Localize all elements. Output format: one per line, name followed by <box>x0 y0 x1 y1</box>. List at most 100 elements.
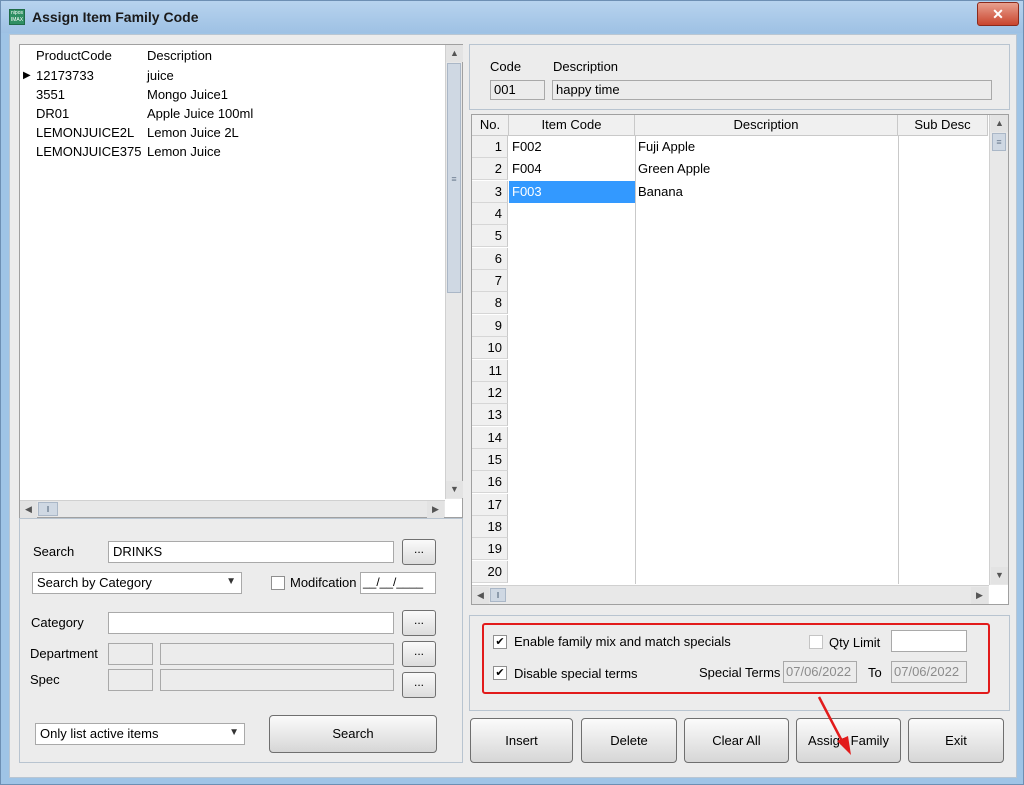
row-number-cell[interactable]: 18 <box>472 515 508 538</box>
special-terms-to-input[interactable]: 07/06/2022 <box>891 661 967 683</box>
table-row[interactable]: 8 <box>472 292 987 315</box>
table-row[interactable]: 10 <box>472 337 987 360</box>
department-browse-button[interactable]: ... <box>402 641 436 667</box>
category-browse-button[interactable]: ... <box>402 610 436 636</box>
item-description-cell[interactable] <box>638 315 900 337</box>
product-description-cell[interactable]: Lemon Juice <box>147 144 221 159</box>
row-number-cell[interactable]: 15 <box>472 448 508 471</box>
table-row[interactable]: 11 <box>472 359 987 382</box>
scroll-right-icon[interactable]: ▶ <box>427 501 444 518</box>
item-code-cell[interactable] <box>509 538 635 560</box>
modification-checkbox[interactable] <box>271 576 285 590</box>
item-code-cell[interactable]: F004 <box>509 158 635 180</box>
item-code-cell[interactable] <box>509 427 635 449</box>
spec-code-input[interactable] <box>108 669 153 691</box>
item-code-cell[interactable] <box>509 494 635 516</box>
product-description-cell[interactable]: Mongo Juice1 <box>147 87 228 102</box>
item-description-cell[interactable] <box>638 203 900 225</box>
scroll-down-icon[interactable]: ▼ <box>446 481 463 498</box>
horizontal-scroll-thumb[interactable]: ‖ <box>490 588 506 602</box>
item-code-cell[interactable] <box>509 225 635 247</box>
table-row[interactable]: 7 <box>472 270 987 293</box>
item-code-cell[interactable] <box>509 449 635 471</box>
product-description-cell[interactable]: Lemon Juice 2L <box>147 125 239 140</box>
item-code-cell[interactable] <box>509 382 635 404</box>
item-code-cell[interactable] <box>509 360 635 382</box>
item-code-cell[interactable] <box>509 404 635 426</box>
spec-name-input[interactable] <box>160 669 394 691</box>
scroll-thumb[interactable]: ≡ <box>447 63 461 293</box>
item-code-cell[interactable] <box>509 516 635 538</box>
row-number-cell[interactable]: 11 <box>472 359 508 382</box>
table-row[interactable]: 4 <box>472 203 987 226</box>
item-description-cell[interactable]: Banana <box>638 181 900 203</box>
search-browse-button[interactable]: ... <box>402 539 436 565</box>
item-code-cell[interactable] <box>509 315 635 337</box>
product-code-cell[interactable]: 12173733 <box>36 68 94 83</box>
row-number-cell[interactable]: 6 <box>472 247 508 270</box>
table-row[interactable]: DR01 Apple Juice 100ml <box>20 105 438 124</box>
item-grid[interactable]: No. Item Code Description Sub Desc 1 F002… <box>471 114 1009 605</box>
insert-button[interactable]: Insert <box>470 718 573 763</box>
department-code-input[interactable] <box>108 643 153 665</box>
department-name-input[interactable] <box>160 643 394 665</box>
row-number-cell[interactable]: 10 <box>472 337 508 360</box>
item-code-cell[interactable] <box>509 270 635 292</box>
item-description-cell[interactable] <box>638 248 900 270</box>
special-terms-from-input[interactable]: 07/06/2022 <box>783 661 857 683</box>
table-row[interactable]: 20 <box>472 560 987 583</box>
item-description-cell[interactable]: Green Apple <box>638 158 900 180</box>
row-number-cell[interactable]: 17 <box>472 493 508 516</box>
modification-date-input[interactable]: __/__/____ <box>360 572 436 594</box>
product-code-cell[interactable]: 3551 <box>36 87 65 102</box>
product-grid-horizontal-scrollbar[interactable]: ◀ ‖ ▶ <box>20 500 445 518</box>
item-description-cell[interactable] <box>638 292 900 314</box>
item-code-cell[interactable]: F003 <box>509 180 635 203</box>
table-row[interactable]: 1 F002 Fuji Apple <box>472 136 987 158</box>
item-description-cell[interactable] <box>638 337 900 359</box>
scroll-up-icon[interactable]: ▲ <box>446 45 463 62</box>
delete-button[interactable]: Delete <box>581 718 677 763</box>
enable-mix-match-checkbox[interactable]: ✔ <box>493 635 507 649</box>
item-description-cell[interactable] <box>638 494 900 516</box>
table-row[interactable]: 15 <box>472 448 987 471</box>
row-number-cell[interactable]: 1 <box>472 136 508 158</box>
search-input[interactable]: DRINKS <box>108 541 394 563</box>
table-row[interactable]: 12 <box>472 381 987 404</box>
item-code-cell[interactable] <box>509 292 635 314</box>
item-description-cell[interactable] <box>638 270 900 292</box>
row-number-cell[interactable]: 16 <box>472 471 508 494</box>
column-header-item-code[interactable]: Item Code <box>509 115 635 136</box>
scroll-left-icon[interactable]: ◀ <box>20 501 37 518</box>
search-button[interactable]: Search <box>269 715 437 753</box>
table-row[interactable]: LEMONJUICE2L Lemon Juice 2L <box>20 124 438 143</box>
table-row[interactable]: 18 <box>472 515 987 538</box>
qty-limit-input[interactable] <box>891 630 967 652</box>
product-description-cell[interactable]: juice <box>147 68 174 83</box>
scroll-right-icon[interactable]: ▶ <box>971 587 988 604</box>
list-filter-select[interactable]: Only list active items ▼ <box>35 723 245 745</box>
qty-limit-checkbox[interactable] <box>809 635 823 649</box>
table-row[interactable]: 16 <box>472 471 987 494</box>
spec-browse-button[interactable]: ... <box>402 672 436 698</box>
clear-all-button[interactable]: Clear All <box>684 718 789 763</box>
table-row[interactable]: 13 <box>472 404 987 427</box>
row-number-cell[interactable]: 5 <box>472 225 508 248</box>
scroll-up-icon[interactable]: ▲ <box>991 115 1008 132</box>
item-code-cell[interactable] <box>509 248 635 270</box>
item-code-cell[interactable]: F002 <box>509 136 635 158</box>
row-number-cell[interactable]: 13 <box>472 404 508 427</box>
product-code-cell[interactable]: DR01 <box>36 106 69 121</box>
product-grid-vertical-scrollbar[interactable]: ▲ ≡ ▼ <box>445 45 463 499</box>
row-number-cell[interactable]: 4 <box>472 203 508 226</box>
row-number-cell[interactable]: 7 <box>472 270 508 293</box>
table-row[interactable]: 6 <box>472 247 987 270</box>
item-description-cell[interactable] <box>638 382 900 404</box>
category-input[interactable] <box>108 612 394 634</box>
product-grid[interactable]: ProductCode Description ▶ 12173733 juice… <box>19 44 463 518</box>
table-row[interactable]: 17 <box>472 493 987 516</box>
column-header-description[interactable]: Description <box>635 115 898 136</box>
item-description-cell[interactable] <box>638 427 900 449</box>
item-description-cell[interactable] <box>638 360 900 382</box>
row-number-cell[interactable]: 14 <box>472 426 508 449</box>
